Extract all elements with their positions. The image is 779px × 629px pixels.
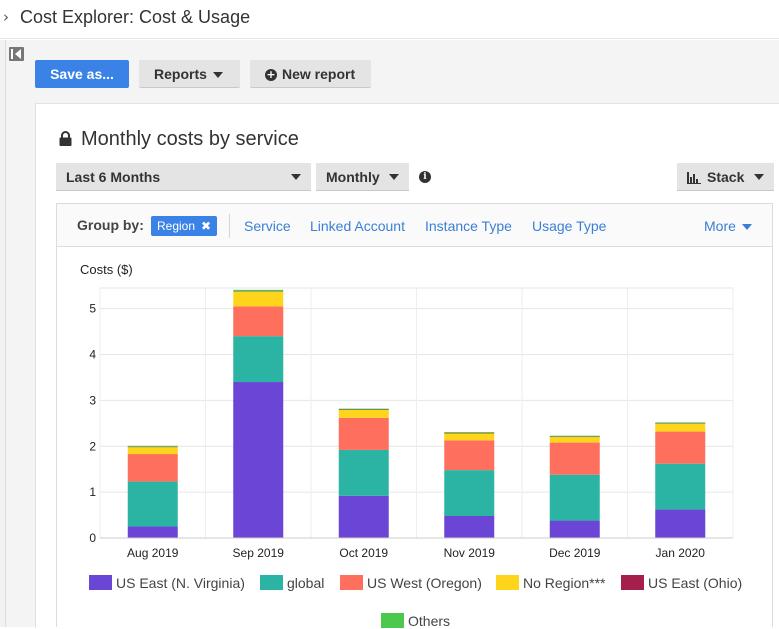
y-tick-label: 3 bbox=[89, 393, 96, 407]
bar-segment[interactable] bbox=[444, 433, 494, 440]
legend-label: No Region*** bbox=[523, 575, 606, 591]
legend-swatch bbox=[496, 575, 519, 590]
y-tick-label: 4 bbox=[89, 348, 96, 362]
bar-segment[interactable] bbox=[339, 450, 389, 496]
legend-item[interactable]: US East (Ohio) bbox=[621, 575, 742, 591]
cost-chart: 0 1 2 3 4 5 Aug 2019 Sep 2019 Oct 2019 Nov 2019 De… bbox=[0, 0, 779, 627]
bar-segment[interactable] bbox=[444, 432, 494, 433]
legend-item[interactable]: US East (N. Virginia) bbox=[89, 575, 245, 591]
bar-segment[interactable] bbox=[444, 440, 494, 470]
x-tick-label: Nov 2019 bbox=[444, 546, 496, 560]
bar-segment[interactable] bbox=[550, 475, 600, 521]
x-tick-label: Sep 2019 bbox=[233, 546, 285, 560]
bar-segment[interactable] bbox=[339, 418, 389, 450]
bar-segment[interactable] bbox=[444, 470, 494, 516]
x-tick-label: Jan 2020 bbox=[656, 546, 706, 560]
bar-segment[interactable] bbox=[128, 454, 178, 482]
bar-segment[interactable] bbox=[233, 306, 283, 336]
bar-segment[interactable] bbox=[550, 521, 600, 538]
bar-segment[interactable] bbox=[339, 410, 389, 418]
bar-segment[interactable] bbox=[233, 290, 283, 291]
y-tick-label: 5 bbox=[89, 302, 96, 316]
legend-item[interactable]: global bbox=[260, 575, 324, 591]
bar-segment[interactable] bbox=[550, 436, 600, 437]
bar-segment[interactable] bbox=[655, 422, 705, 423]
bar-segment[interactable] bbox=[233, 292, 283, 307]
bar-segment[interactable] bbox=[550, 437, 600, 443]
legend-swatch bbox=[621, 575, 644, 590]
x-tick-label: Dec 2019 bbox=[549, 546, 601, 560]
x-tick-label: Oct 2019 bbox=[339, 546, 388, 560]
legend-swatch bbox=[260, 575, 283, 590]
y-tick-label: 1 bbox=[89, 485, 96, 499]
legend-label: global bbox=[287, 575, 324, 591]
legend-swatch bbox=[381, 613, 404, 628]
legend-label: US West (Oregon) bbox=[367, 575, 482, 591]
legend-item[interactable]: US West (Oregon) bbox=[340, 575, 482, 591]
bar-segment[interactable] bbox=[339, 409, 389, 410]
legend-label: US East (Ohio) bbox=[648, 575, 742, 591]
y-tick-label: 0 bbox=[89, 531, 96, 545]
y-tick-label: 2 bbox=[89, 439, 96, 453]
bar-segment[interactable] bbox=[655, 464, 705, 510]
bar-segment[interactable] bbox=[655, 510, 705, 538]
bar-segment[interactable] bbox=[128, 446, 178, 447]
legend-label: US East (N. Virginia) bbox=[116, 575, 245, 591]
bar-segment[interactable] bbox=[444, 516, 494, 538]
bar-segment[interactable] bbox=[128, 447, 178, 454]
legend-swatch bbox=[89, 575, 112, 590]
bar-segment[interactable] bbox=[550, 443, 600, 475]
bar-segment[interactable] bbox=[339, 496, 389, 538]
bar-segment[interactable] bbox=[128, 527, 178, 538]
legend-swatch bbox=[340, 575, 363, 590]
bar-segment[interactable] bbox=[233, 382, 283, 538]
x-tick-label: Aug 2019 bbox=[127, 546, 179, 560]
bar-segment[interactable] bbox=[233, 336, 283, 382]
bar-segment[interactable] bbox=[655, 424, 705, 432]
bar-segment[interactable] bbox=[128, 482, 178, 527]
bar-segment[interactable] bbox=[655, 432, 705, 464]
legend-item[interactable]: No Region*** bbox=[496, 575, 606, 591]
